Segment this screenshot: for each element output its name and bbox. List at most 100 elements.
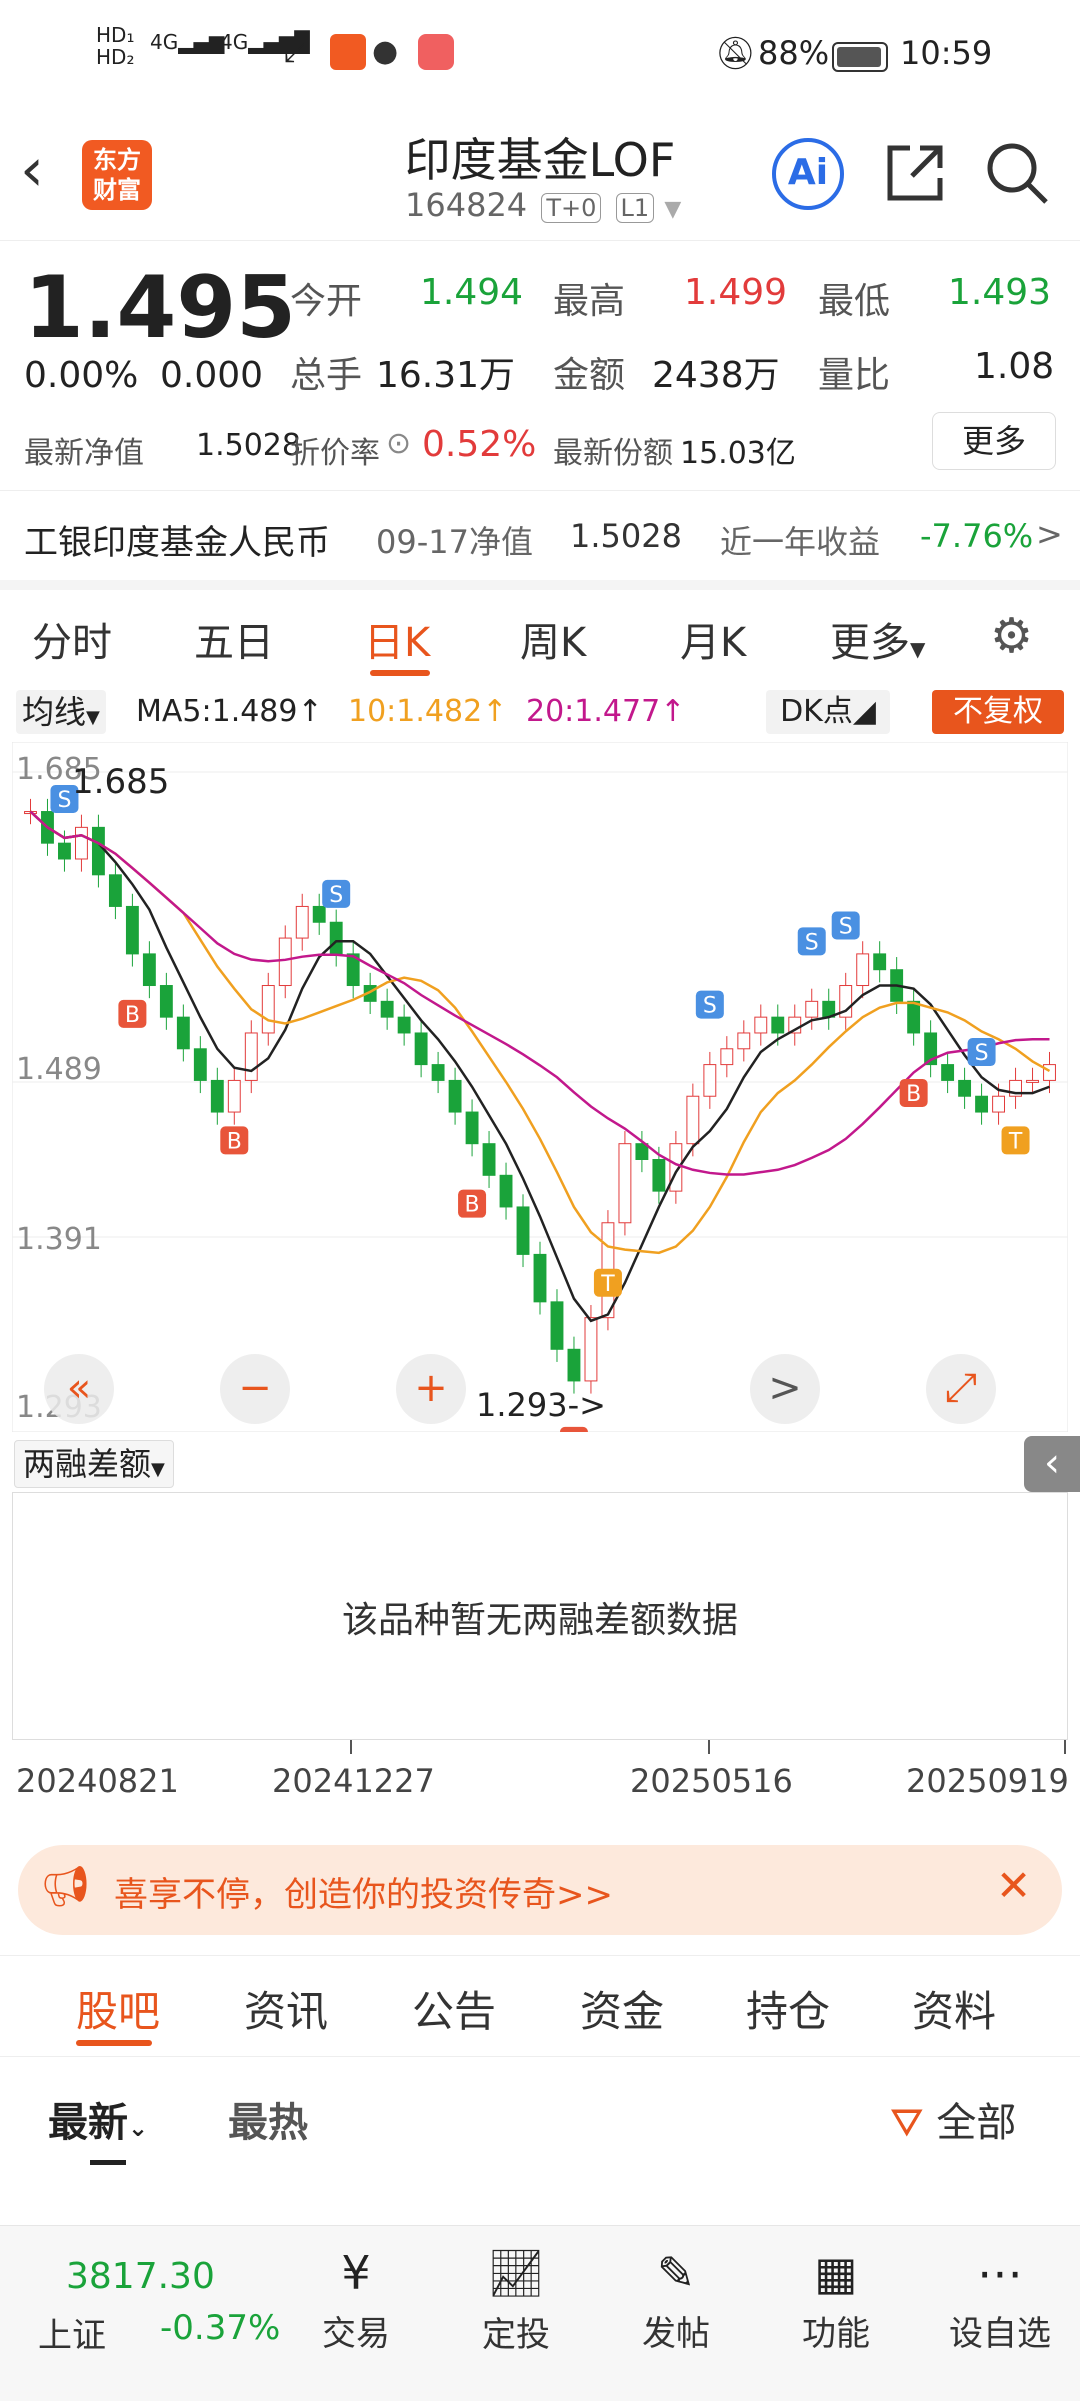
tab-guba[interactable]: 股吧 [76,1978,160,2039]
collapse-icon[interactable]: ‹ [1024,1436,1080,1492]
candle-body [873,953,887,971]
ai-icon[interactable]: Ai [772,138,844,210]
date-tick-3 [1064,1740,1066,1754]
candle-body [771,1016,785,1034]
tab-notice[interactable]: 公告 [412,1978,496,2039]
candle-body [176,1016,190,1050]
candle-body [193,1048,207,1081]
tab-intraday[interactable]: 分时 [32,610,112,668]
margin-toggle[interactable]: 两融差额▼ [14,1440,174,1488]
change-value: 0.000 [160,355,264,396]
linked-fund-row[interactable]: 工银印度基金人民币 09-17净值 1.5028 近一年收益 -7.76% > [0,490,1080,581]
back-icon[interactable]: ‹ [20,140,44,200]
tab-monthly-k[interactable]: 月K [680,610,746,668]
more-button[interactable]: 更多 [932,412,1056,470]
search-icon[interactable] [982,138,1052,208]
trade-marker-B[interactable]: B [899,1078,928,1107]
date-label-2: 20241227 [272,1762,435,1800]
linked-fund-date: 09-17净值 [376,523,533,561]
nav-trade[interactable]: ¥ 交易 [296,2246,416,2355]
svg-text:S: S [57,788,71,813]
zoom-out-button[interactable]: − [220,1354,290,1424]
promo-text: 喜享不停，创造你的投资传奇>> [114,1875,613,1915]
high-value: 1.499 [684,272,788,313]
nav-post[interactable]: ✎ 发帖 [616,2246,736,2355]
zoom-in-button[interactable]: + [396,1354,466,1424]
candle-body [686,1095,700,1145]
sort-latest[interactable]: 最新⌄ [48,2090,148,2148]
candle-body [1026,1079,1039,1083]
date-label-1: 20240821 [16,1762,179,1800]
low-value: 1.493 [948,272,1052,313]
year-return-value: -7.76% [920,517,1034,555]
candle-body [907,1000,921,1034]
trade-marker-T[interactable]: T [1001,1126,1030,1155]
kline-chart[interactable]: SBBSBBTSSSBST 1.685 1.685 1.489 1.391 1.… [11,741,1069,1455]
adjust-button[interactable]: 不复权 [932,690,1064,734]
nav-watchlist[interactable]: ⋯ 设自选 [940,2246,1060,2355]
candle-body [431,1064,445,1081]
zoom-first-button[interactable]: « [44,1354,114,1424]
filter-button[interactable]: ⛛ 全部 [890,2090,1016,2148]
share-icon[interactable] [880,138,950,208]
year-return-label: 近一年收益 [720,523,881,561]
nav-invest-label: 定投 [482,2315,550,2355]
candle-body [703,1064,717,1097]
t0-tag: T+0 [541,193,602,223]
dk-toggle[interactable]: DK点◢ [766,690,890,734]
tab-weekly-k[interactable]: 周K [520,610,586,668]
trade-marker-B[interactable]: B [458,1189,487,1218]
candle-body [142,953,156,987]
svg-text:S: S [975,1041,989,1066]
sort-hot[interactable]: 最热 [228,2090,308,2148]
trade-marker-S[interactable]: S [322,879,351,908]
trade-marker-B[interactable]: B [220,1126,249,1155]
missed-call-icon: ⤢ [284,34,308,69]
margin-empty-text: 该品种暂无两融差额数据 [341,1600,738,1641]
info-icon[interactable]: ⊙ [386,426,411,461]
settings-icon[interactable]: ⚙ [990,608,1033,664]
candle-body [958,1079,972,1097]
candle-body [210,1079,224,1113]
zoom-next-button[interactable]: > [750,1354,820,1424]
tab-news[interactable]: 资讯 [244,1978,328,2039]
margin-header: 两融差额▼ ‹ [0,1432,1080,1492]
candle-body [465,1111,479,1145]
edit-icon: ✎ [656,2246,696,2300]
l1-tag: L1 [615,193,655,223]
close-icon[interactable]: ✕ [996,1861,1031,1910]
trade-marker-S[interactable]: S [797,927,826,956]
sort-row: 最新⌄ 最热 ⛛ 全部 [0,2060,1080,2170]
fullscreen-button[interactable]: ⤢ [926,1354,996,1424]
trade-marker-T[interactable]: T [593,1268,622,1297]
amount-label: 金额 [553,355,626,396]
trade-marker-S[interactable]: S [967,1038,996,1067]
candle-body [584,1317,598,1382]
tab-profile[interactable]: 资料 [912,1978,996,2039]
promo-banner[interactable]: 📢︎ 喜享不停，创造你的投资传奇>> ✕ [18,1845,1062,1935]
tab-holdings[interactable]: 持仓 [746,1978,830,2039]
amount-value: 2438万 [652,355,780,396]
index-value[interactable]: 3817.30 [66,2256,215,2297]
trade-marker-B[interactable]: B [118,999,147,1028]
tab-daily-k[interactable]: 日K [364,610,430,668]
content-tab-underline [76,2040,152,2046]
index-change: -0.37% [160,2308,281,2348]
trade-marker-S[interactable]: S [831,911,860,940]
ma-toggle[interactable]: 均线▼ [16,690,106,734]
tab-more[interactable]: 更多▼ [830,610,925,668]
svg-text:S: S [805,930,819,955]
candle-body [244,1032,258,1081]
hd-icon: HD₁ HD₂ [96,23,135,69]
trade-marker-S[interactable]: S [695,990,724,1019]
grid-icon: ▦ [814,2246,858,2300]
tab-five-day[interactable]: 五日 [194,610,274,668]
nav-invest[interactable]: 📈︎ 定投 [456,2246,576,2356]
candle-body [448,1079,462,1113]
nav-functions[interactable]: ▦ 功能 [776,2246,896,2355]
caret-down-icon[interactable]: ▼ [664,197,681,222]
svg-text:B: B [227,1129,242,1154]
candle-body [108,874,122,907]
svg-text:B: B [465,1193,480,1218]
tab-funds[interactable]: 资金 [580,1978,664,2039]
